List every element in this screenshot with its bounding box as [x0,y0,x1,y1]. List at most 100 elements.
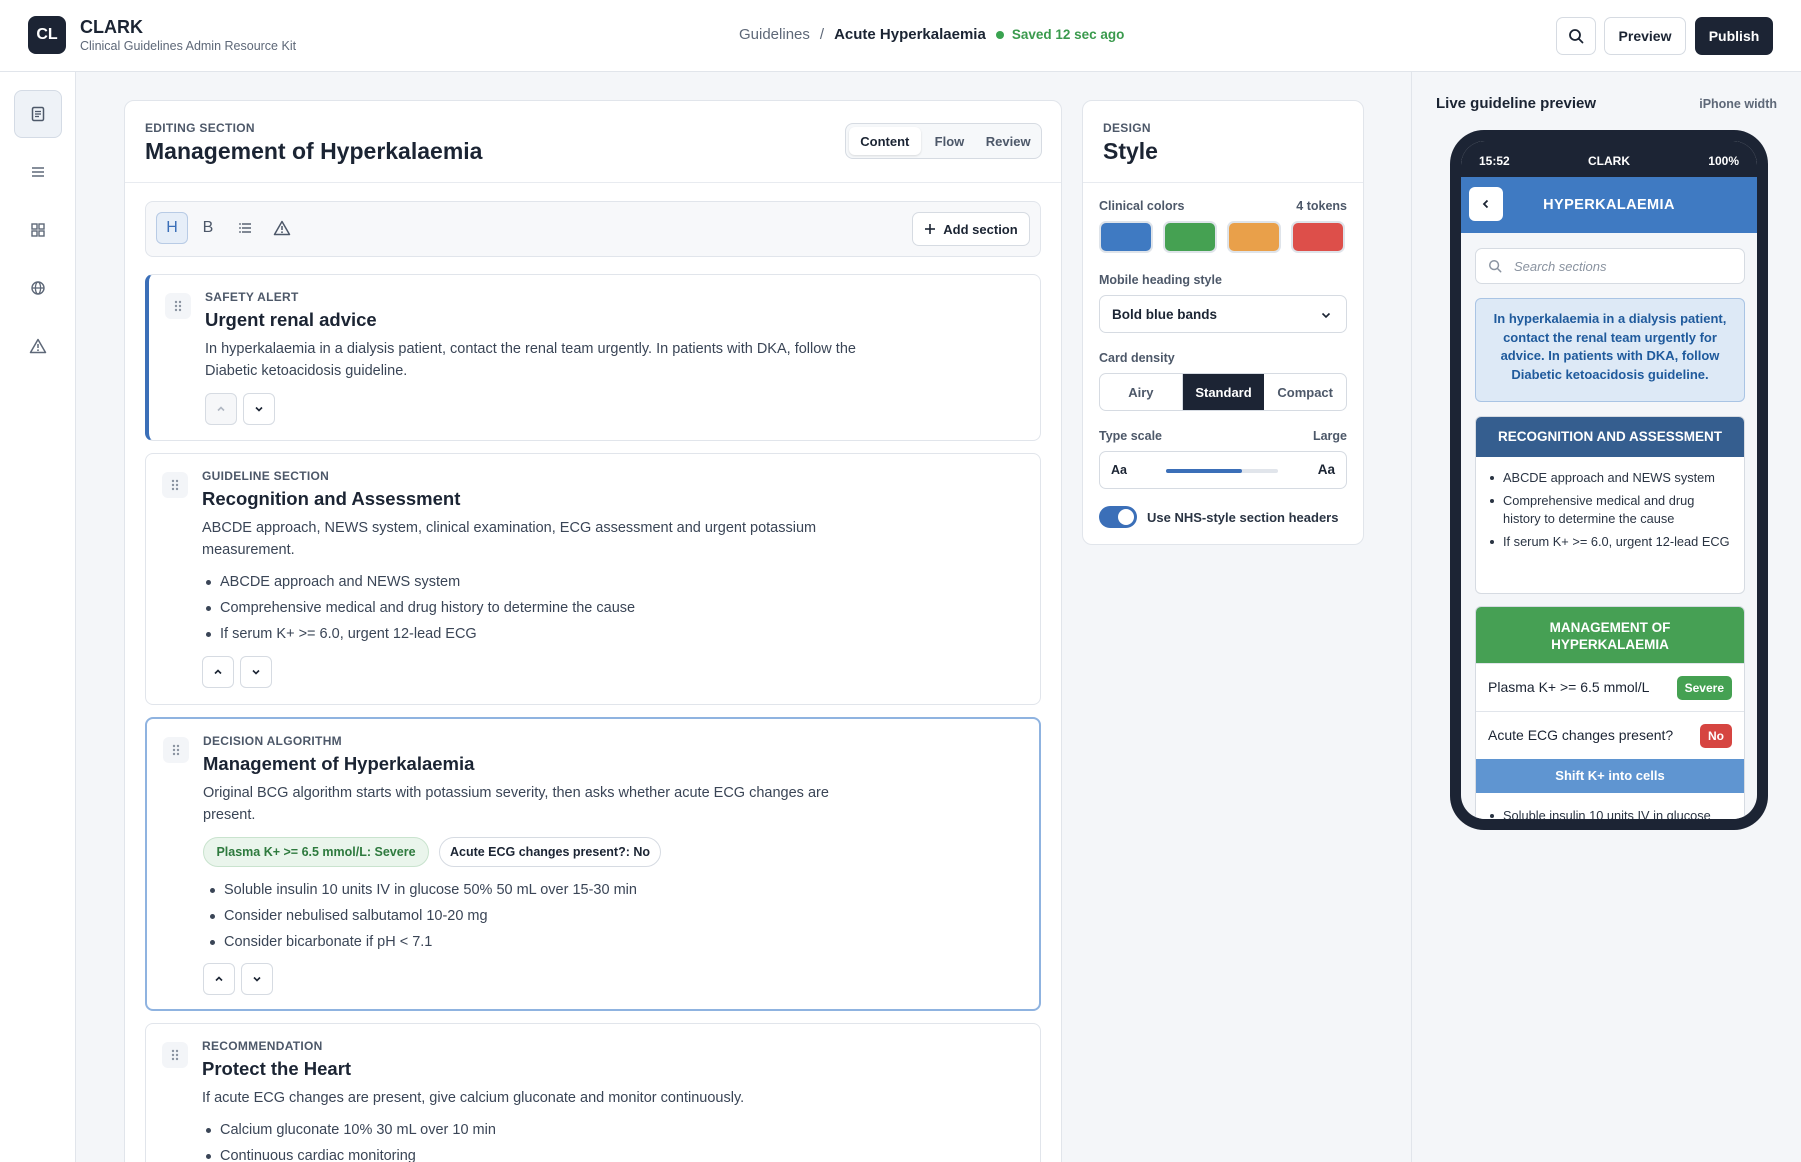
document-icon [31,106,45,122]
design-panel: DESIGN Style Clinical colors 4 tokens Mo… [1082,100,1364,545]
type-scale-slider[interactable] [1166,469,1278,473]
heading-icon: H [166,219,178,236]
tab-flow[interactable]: Flow [921,127,979,155]
heading-style-value: Bold blue bands [1112,306,1218,322]
phone-screen: 15:52 CLARK 100% HYPERKALAEMIA Search se… [1461,141,1757,819]
design-eyebrow: DESIGN [1103,121,1151,135]
sidebar-item-components[interactable] [14,206,62,254]
move-up-button[interactable] [203,963,235,995]
status-battery: 100% [1708,154,1739,168]
app-header: HYPERKALAEMIA [1461,177,1757,233]
type-scale-small: Aa [1111,463,1127,477]
preview-pane: Live guideline preview iPhone width 15:5… [1411,72,1801,1162]
editor-panel: EDITING SECTION Management of Hyperkalae… [124,100,1062,1162]
section-title: Protect the Heart [202,1058,352,1079]
preview-search-input[interactable]: Search sections [1475,248,1745,284]
move-down-button[interactable] [240,656,272,688]
preview-band-recognition: RECOGNITION AND ASSESSMENT [1476,417,1744,457]
alert-button[interactable] [266,212,298,244]
bold-icon: B [202,219,214,236]
preview-safety-alert: In hyperkalaemia in a dialysis patient, … [1475,298,1745,402]
color-swatch[interactable] [1163,221,1217,253]
add-section-button[interactable]: Add section [912,212,1030,246]
nhs-headers-label: Use NHS-style section headers [1147,510,1339,525]
drag-handle-icon [171,479,179,491]
chevron-up-icon [215,976,223,982]
brand-subtitle: Clinical Guidelines Admin Resource Kit [80,39,297,53]
heading-style-select[interactable]: Bold blue bands [1099,295,1347,333]
chevron-down-icon [255,406,263,412]
tab-review[interactable]: Review [978,127,1038,155]
app-title: HYPERKALAEMIA [1543,197,1675,213]
section-card-safety-alert[interactable]: SAFETY ALERT Urgent renal advice In hype… [145,274,1041,441]
saved-status: Saved 12 sec ago [1011,27,1125,42]
list-item: Soluble insulin 10 units IV in glucose 5… [206,877,637,903]
design-title: Style [1103,138,1158,164]
tab-content[interactable]: Content [849,127,921,155]
sidebar-item-alerts[interactable] [14,322,62,370]
decision-chip-severity[interactable]: Plasma K+ >= 6.5 mmol/L: Severe [203,837,429,867]
move-down-button[interactable] [241,963,273,995]
section-title: Recognition and Assessment [202,488,461,509]
preview-card-management[interactable]: MANAGEMENT OF HYPERKALAEMIA Plasma K+ >=… [1475,606,1745,819]
section-card-recommendation[interactable]: RECOMMENDATION Protect the Heart If acut… [145,1023,1041,1162]
section-body: Original BCG algorithm starts with potas… [203,785,829,823]
color-swatch[interactable] [1099,221,1153,253]
density-option-standard[interactable]: Standard [1182,374,1265,410]
sidebar [0,72,76,1162]
color-swatch[interactable] [1227,221,1281,253]
preview-band-management: MANAGEMENT OF HYPERKALAEMIA [1476,607,1744,663]
breadcrumb-guidelines-link[interactable]: Guidelines [739,26,810,43]
publish-button[interactable]: Publish [1695,17,1773,55]
sidebar-item-editor[interactable] [14,90,62,138]
phone-frame: 15:52 CLARK 100% HYPERKALAEMIA Search se… [1450,130,1768,830]
chevron-up-icon [217,406,225,412]
list-button[interactable] [230,212,262,244]
preview-bullet-list: ABCDE approach and NEWS system Comprehen… [1476,457,1744,551]
breadcrumb-separator: / [819,26,825,43]
density-option-compact[interactable]: Compact [1264,374,1346,410]
decision-chip-ecg[interactable]: Acute ECG changes present?: No [439,837,661,867]
preview-card-recognition[interactable]: RECOGNITION AND ASSESSMENT ABCDE approac… [1475,416,1745,594]
status-badge: No [1700,724,1732,748]
plus-icon [925,224,936,234]
card-density-segmented: Airy Standard Compact [1099,373,1347,411]
sidebar-item-publish[interactable] [14,264,62,312]
search-icon [1569,29,1584,44]
list-icon [239,223,251,233]
list-item: ABCDE approach and NEWS system [1488,469,1734,487]
section-card-recognition[interactable]: GUIDELINE SECTION Recognition and Assess… [145,453,1041,705]
drag-handle[interactable] [162,1042,188,1068]
type-scale-slider-fill [1166,469,1243,473]
back-button[interactable] [1469,187,1503,221]
section-card-decision-algorithm[interactable]: DECISION ALGORITHM Management of Hyperka… [145,717,1041,1011]
move-down-button[interactable] [243,393,275,425]
section-bullet-list: Soluble insulin 10 units IV in glucose 5… [206,877,637,955]
preview-width-label[interactable]: iPhone width [1699,97,1777,111]
section-bullet-list: ABCDE approach and NEWS system Comprehen… [202,569,635,647]
preview-decision-row[interactable]: Plasma K+ >= 6.5 mmol/L Severe [1476,663,1744,711]
preview-decision-row[interactable]: Acute ECG changes present? No [1476,711,1744,759]
list-item: Comprehensive medical and drug history t… [1488,492,1734,528]
type-scale-label: Type scale [1099,429,1163,443]
move-up-button[interactable] [202,656,234,688]
section-eyebrow: DECISION ALGORITHM [203,734,342,748]
add-section-label: Add section [943,221,1018,237]
drag-handle[interactable] [162,472,188,498]
bold-button[interactable]: B [192,212,224,244]
drag-handle[interactable] [163,737,189,763]
brand-name: CLARK [80,17,143,37]
clinical-colors-label: Clinical colors [1099,199,1185,213]
color-swatch[interactable] [1291,221,1345,253]
nhs-headers-toggle[interactable] [1099,506,1137,528]
heading-button[interactable]: H [156,212,188,244]
phone-status-bar: 15:52 CLARK 100% [1461,141,1757,177]
app-logo[interactable]: CL [28,16,66,54]
sidebar-item-sections[interactable] [14,148,62,196]
preview-title: Live guideline preview [1436,95,1597,112]
density-option-airy[interactable]: Airy [1100,374,1183,410]
drag-handle[interactable] [165,293,191,319]
preview-button[interactable]: Preview [1604,17,1686,55]
move-up-button[interactable] [205,393,237,425]
search-button[interactable] [1556,17,1596,55]
